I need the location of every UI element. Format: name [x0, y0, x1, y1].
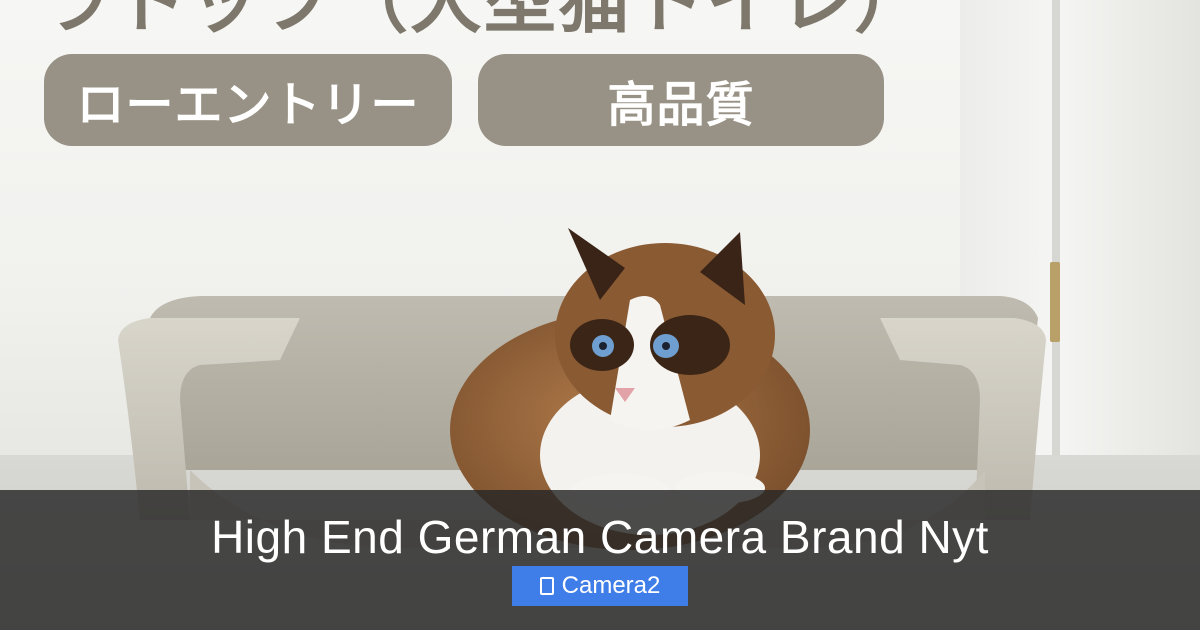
category-tag[interactable]: Camera2	[512, 566, 688, 606]
hero-image: ラトップ（大型猫トイレ） ローエントリー 高品質 High End German…	[0, 0, 1200, 630]
folder-icon	[539, 577, 554, 595]
category-tag-label: Camera2	[561, 572, 661, 599]
article-title[interactable]: High End German Camera Brand Nyt	[0, 510, 1200, 564]
